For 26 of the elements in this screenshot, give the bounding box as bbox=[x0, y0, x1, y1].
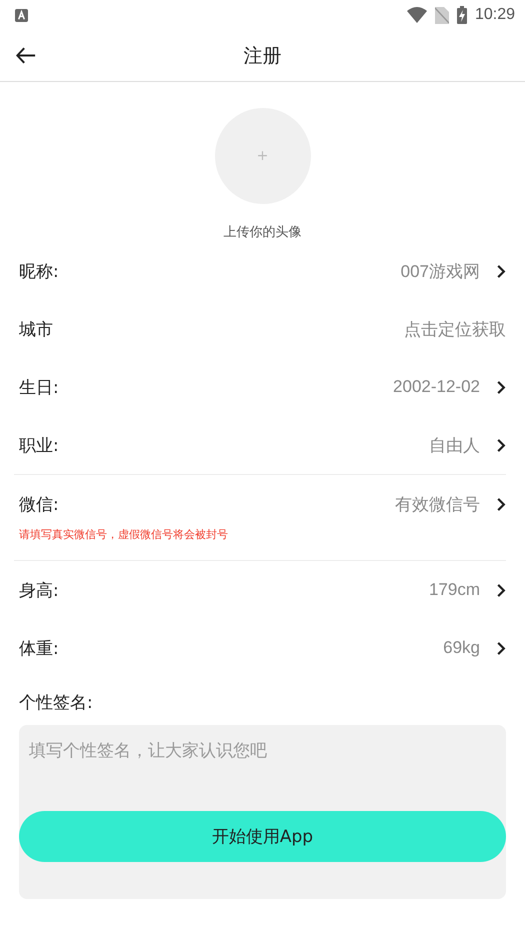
field-label: 生日: bbox=[19, 376, 59, 398]
field-label: 微信: bbox=[19, 494, 59, 516]
field-value[interactable]: 自由人 bbox=[429, 434, 480, 456]
avatar-caption: 上传你的头像 bbox=[224, 224, 302, 242]
wifi-icon bbox=[406, 7, 427, 23]
battery-charging-icon bbox=[456, 6, 467, 24]
field-value[interactable]: 179cm bbox=[428, 580, 480, 600]
field-label: 身高: bbox=[19, 580, 59, 602]
field-value[interactable]: 69kg bbox=[443, 638, 480, 658]
field-label: 城市 bbox=[19, 318, 53, 340]
field-value[interactable]: 2002-12-02 bbox=[393, 377, 480, 397]
field-label: 昵称: bbox=[19, 260, 59, 282]
signature-field[interactable]: 填写个性签名，让大家认识您吧 开始使用App bbox=[19, 725, 506, 899]
field-label: 职业: bbox=[19, 434, 59, 456]
signature-label: 个性签名: bbox=[19, 692, 94, 715]
back-arrow-icon[interactable] bbox=[16, 47, 36, 64]
field-value[interactable]: 有效微信号 bbox=[395, 492, 480, 516]
page-title: 注册 bbox=[244, 44, 282, 68]
field-value[interactable]: 点击定位获取 bbox=[404, 318, 506, 340]
start-button[interactable]: 开始使用App bbox=[19, 811, 506, 862]
no-sim-icon bbox=[434, 6, 449, 24]
status-time: 10:29 bbox=[474, 6, 515, 24]
field-value[interactable]: 007游戏网 bbox=[400, 260, 480, 282]
warning-text: 请填写真实微信号，虚假微信号将会被封号 bbox=[18, 527, 229, 543]
field-label: 体重: bbox=[19, 638, 59, 660]
notification-icon bbox=[15, 8, 28, 22]
